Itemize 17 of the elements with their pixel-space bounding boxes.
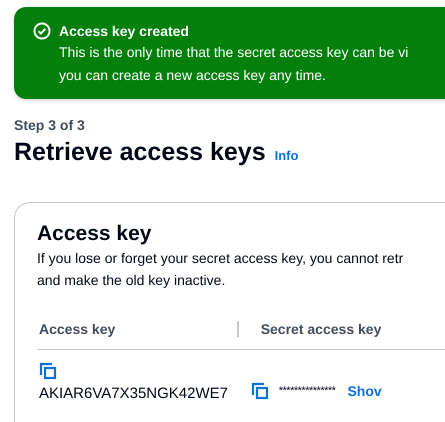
access-key-value: AKIAR6VA7X35NGK42WE7 <box>39 384 228 404</box>
card-title: Access key <box>37 221 152 247</box>
page-title: Retrieve access keys <box>14 137 266 168</box>
banner-title: Access key created <box>59 22 190 41</box>
secret-key-masked: *************** <box>278 384 336 396</box>
banner-message: This is the only time that the secret access key can be vi <box>59 43 408 62</box>
column-header: Access key <box>38 321 116 337</box>
banner-message: you can create a new access key any time. <box>59 66 327 85</box>
column-header: Secret access key <box>236 321 445 337</box>
copy-icon[interactable] <box>39 362 57 380</box>
copy-icon[interactable] <box>250 382 269 400</box>
card-description: and make the old key inactive. <box>37 271 226 290</box>
step-label: Step 3 of 3 <box>14 116 86 134</box>
info-link[interactable]: Info <box>274 148 298 163</box>
card-description: If you lose or forget your secret access key, you cannot retr <box>37 249 404 268</box>
success-icon <box>33 22 51 40</box>
show-link[interactable]: Shov <box>347 382 382 398</box>
